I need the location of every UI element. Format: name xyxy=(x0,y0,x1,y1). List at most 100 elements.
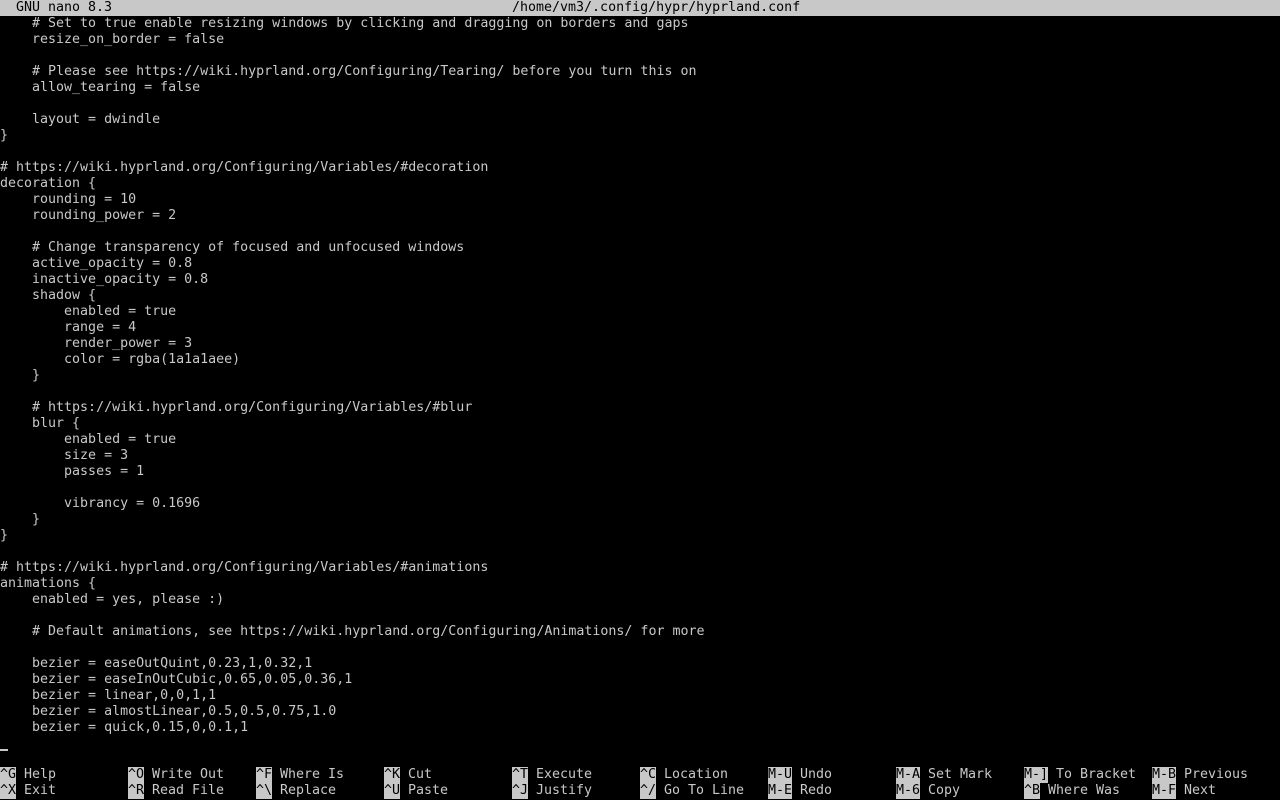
shortcut-label: Where Was xyxy=(1048,783,1121,798)
shortcut-cut[interactable]: ^K Cut xyxy=(384,767,432,783)
shortcut-replace[interactable]: ^\ Replace xyxy=(256,783,336,799)
shortcut-label: Undo xyxy=(800,767,833,782)
shortcut-label: Write Out xyxy=(152,767,225,782)
editor-line[interactable]: layout = dwindle xyxy=(0,112,1280,128)
shortcut-location[interactable]: ^C Location xyxy=(640,767,728,783)
shortcut-go-to-line[interactable]: ^/ Go To Line xyxy=(640,783,744,799)
shortcut-label: Location xyxy=(664,767,729,782)
editor-line[interactable] xyxy=(0,640,1280,656)
shortcut-key: ^G xyxy=(0,767,17,783)
editor-line[interactable]: # https://wiki.hyprland.org/Configuring/… xyxy=(0,560,1280,576)
editor-line[interactable] xyxy=(0,144,1280,160)
editor-line[interactable] xyxy=(0,224,1280,240)
shortcut-write-out[interactable]: ^O Write Out xyxy=(128,767,224,783)
editor-line[interactable]: allow_tearing = false xyxy=(0,80,1280,96)
editor-line[interactable] xyxy=(0,544,1280,560)
shortcut-key: ^U xyxy=(384,783,401,799)
shortcut-where-is[interactable]: ^F Where Is xyxy=(256,767,344,783)
title-bar: GNU nano 8.3 /home/vm3/.config/hypr/hypr… xyxy=(0,0,1280,16)
editor-line[interactable]: blur { xyxy=(0,416,1280,432)
editor-line[interactable]: bezier = easeOutQuint,0.23,1,0.32,1 xyxy=(0,656,1280,672)
editor-line[interactable] xyxy=(0,608,1280,624)
editor-line[interactable] xyxy=(0,480,1280,496)
editor-line[interactable]: range = 4 xyxy=(0,320,1280,336)
editor-line[interactable]: # https://wiki.hyprland.org/Configuring/… xyxy=(0,400,1280,416)
editor-line[interactable]: resize_on_border = false xyxy=(0,32,1280,48)
shortcut-key: ^R xyxy=(128,783,145,799)
editor-line[interactable]: bezier = quick,0.15,0,0.1,1 xyxy=(0,720,1280,736)
editor-line[interactable]: # Set to true enable resizing windows by… xyxy=(0,16,1280,32)
editor-line[interactable]: inactive_opacity = 0.8 xyxy=(0,272,1280,288)
shortcut-key: M-6 xyxy=(896,783,921,799)
shortcut-key: M-E xyxy=(768,783,793,799)
editor-line[interactable]: # https://wiki.hyprland.org/Configuring/… xyxy=(0,160,1280,176)
shortcut-key: M-U xyxy=(768,767,793,783)
editor-line[interactable]: size = 3 xyxy=(0,448,1280,464)
shortcut-key: M-B xyxy=(1152,767,1177,783)
editor-line[interactable]: color = rgba(1a1a1aee) xyxy=(0,352,1280,368)
editor-line[interactable]: } xyxy=(0,368,1280,384)
text-editor-area[interactable]: # Set to true enable resizing windows by… xyxy=(0,16,1280,736)
shortcut-justify[interactable]: ^J Justify xyxy=(512,783,592,799)
shortcut-next[interactable]: M-F Next xyxy=(1152,783,1216,799)
editor-line[interactable]: enabled = true xyxy=(0,432,1280,448)
shortcut-previous[interactable]: M-B Previous xyxy=(1152,767,1248,783)
editor-line[interactable] xyxy=(0,96,1280,112)
shortcut-help[interactable]: ^G Help xyxy=(0,767,56,783)
shortcut-key: ^X xyxy=(0,783,17,799)
shortcut-key: ^\ xyxy=(256,783,273,799)
shortcut-label: Copy xyxy=(928,783,961,798)
shortcut-key: ^O xyxy=(128,767,145,783)
editor-line[interactable]: # Please see https://wiki.hyprland.org/C… xyxy=(0,64,1280,80)
editor-line[interactable]: } xyxy=(0,128,1280,144)
editor-line[interactable]: bezier = almostLinear,0.5,0.5,0.75,1.0 xyxy=(0,704,1280,720)
editor-line[interactable]: bezier = linear,0,0,1,1 xyxy=(0,688,1280,704)
shortcut-label: Replace xyxy=(280,783,337,798)
shortcut-label: Read File xyxy=(152,783,225,798)
editor-line[interactable]: enabled = true xyxy=(0,304,1280,320)
editor-line[interactable]: bezier = easeInOutCubic,0.65,0.05,0.36,1 xyxy=(0,672,1280,688)
shortcut-execute[interactable]: ^T Execute xyxy=(512,767,592,783)
editor-line[interactable]: active_opacity = 0.8 xyxy=(0,256,1280,272)
editor-line[interactable]: rounding_power = 2 xyxy=(0,208,1280,224)
shortcut-to-bracket[interactable]: M-] To Bracket xyxy=(1024,767,1136,783)
shortcut-label: Justify xyxy=(536,783,593,798)
editor-line[interactable]: passes = 1 xyxy=(0,464,1280,480)
editor-line[interactable]: render_power = 3 xyxy=(0,336,1280,352)
shortcut-label: Execute xyxy=(536,767,593,782)
shortcut-key: M-] xyxy=(1024,767,1049,783)
editor-line[interactable] xyxy=(0,384,1280,400)
shortcut-label: Where Is xyxy=(280,767,345,782)
text-cursor xyxy=(0,749,8,751)
shortcut-undo[interactable]: M-U Undo xyxy=(768,767,832,783)
shortcut-label: Go To Line xyxy=(664,783,745,798)
shortcut-copy[interactable]: M-6 Copy xyxy=(896,783,960,799)
shortcut-exit[interactable]: ^X Exit xyxy=(0,783,56,799)
editor-line[interactable]: decoration { xyxy=(0,176,1280,192)
shortcut-key: ^/ xyxy=(640,783,657,799)
shortcut-redo[interactable]: M-E Redo xyxy=(768,783,832,799)
editor-line[interactable]: } xyxy=(0,512,1280,528)
editor-line[interactable]: # Default animations, see https://wiki.h… xyxy=(0,624,1280,640)
editor-line[interactable]: # Change transparency of focused and unf… xyxy=(0,240,1280,256)
shortcut-read-file[interactable]: ^R Read File xyxy=(128,783,224,799)
file-path: /home/vm3/.config/hypr/hyprland.conf xyxy=(512,0,801,15)
app-name: GNU nano 8.3 xyxy=(16,0,113,15)
cursor-line[interactable] xyxy=(0,736,1280,752)
shortcut-key: ^F xyxy=(256,767,273,783)
shortcut-paste[interactable]: ^U Paste xyxy=(384,783,448,799)
editor-line[interactable]: } xyxy=(0,528,1280,544)
shortcut-label: Paste xyxy=(408,783,449,798)
editor-line[interactable]: enabled = yes, please :) xyxy=(0,592,1280,608)
editor-line[interactable]: rounding = 10 xyxy=(0,192,1280,208)
editor-line[interactable] xyxy=(0,48,1280,64)
shortcut-key: ^T xyxy=(512,767,529,783)
editor-line[interactable]: shadow { xyxy=(0,288,1280,304)
shortcut-key: ^K xyxy=(384,767,401,783)
shortcut-set-mark[interactable]: M-A Set Mark xyxy=(896,767,992,783)
shortcut-where-was[interactable]: ^B Where Was xyxy=(1024,783,1120,799)
shortcut-label: Previous xyxy=(1184,767,1249,782)
editor-line[interactable]: animations { xyxy=(0,576,1280,592)
shortcut-key: M-A xyxy=(896,767,921,783)
editor-line[interactable]: vibrancy = 0.1696 xyxy=(0,496,1280,512)
